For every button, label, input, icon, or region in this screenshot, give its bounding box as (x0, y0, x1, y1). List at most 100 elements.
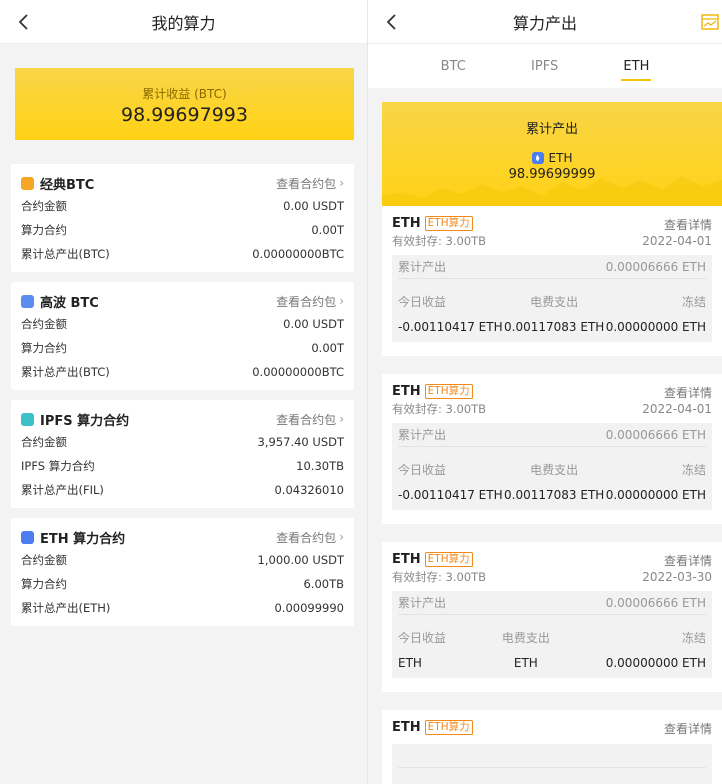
total-earnings-label: 累计收益 (BTC) (142, 86, 227, 101)
record-header: ETH ETH算力 有效封存: 3.00TB 查看详情 2022-03-30 (392, 552, 712, 585)
record-coin: ETH (392, 216, 421, 231)
contract-row-value: 0.00T (311, 341, 344, 355)
view-details-link[interactable]: 查看详情 (642, 216, 712, 233)
record-detail-box: 累计产出 0.00006666 ETH 今日收益 ETH 电费支出 ETH 冻结 0.0000… (392, 591, 712, 678)
record-stat-label: 今日收益 (398, 295, 447, 309)
cumulative-output-label: 累计产出 (525, 122, 578, 137)
cumulative-output-value: 98.99699999 (508, 167, 596, 182)
contract-row-value: 0.00 USDT (283, 199, 344, 213)
contract-row-label: 累计总产出(BTC) (21, 247, 110, 261)
contract-title: IPFS 算力合约 (21, 410, 129, 429)
record-storage: 有效封存: 3.00TB (392, 234, 487, 248)
record-stats: 今日收益 -0.00110417 ETH 电费支出 0.00117083 ETH 冻结 0… (398, 461, 706, 502)
contract-card: 高波 BTC 查看合约包 › 合约金额 0.00 USDT 算力合约 0.00T 累计总产出(… (11, 282, 354, 390)
record-coin: ETH (392, 720, 421, 735)
view-details-link[interactable]: 查看详情 (664, 720, 712, 737)
contract-row: 累计总产出(BTC) 0.00000000BTC (21, 360, 344, 384)
record-coin: ETH (392, 384, 421, 399)
tab-btc[interactable]: BTC (441, 44, 466, 88)
view-details-link[interactable]: 查看详情 (642, 384, 712, 401)
cumulative-output-row: 累计产出 0.00006666 ETH (398, 423, 706, 447)
view-contract-package-link[interactable]: 查看合约包 › (276, 175, 344, 192)
record-stat: 冻结 0.00000000 ETH (606, 629, 706, 670)
chart-icon[interactable] (700, 12, 720, 32)
record-date: 2022-03-30 (642, 570, 712, 584)
record-storage: 有效封存: 3.00TB (392, 402, 487, 416)
view-contract-package-text: 查看合约包 (276, 176, 337, 191)
record-stat: 电费支出 ETH (502, 629, 550, 670)
page-title: 算力产出 (512, 13, 577, 33)
left-navbar: 我的算力 (0, 0, 367, 44)
record-stat-label: 电费支出 (530, 295, 579, 309)
contract-row-label: 合约金额 (21, 553, 67, 567)
record-date: 2022-04-01 (642, 402, 712, 416)
record-header: ETH ETH算力有效封存: 3.00TB 查看详情 2022-04-01 (392, 216, 712, 249)
view-contract-package-link[interactable]: 查看合约包 › (276, 293, 344, 310)
record-left: ETH ETH算力 (392, 720, 473, 737)
record-stat: 今日收益 ETH (398, 629, 446, 670)
record-stat-label: 电费支出 (530, 463, 579, 477)
contract-row: 算力合约 0.00T (21, 336, 344, 360)
hashrate-tag: ETH算力 (424, 216, 473, 231)
record-stat-value: -0.00110417 ETH (398, 488, 503, 502)
contract-row-value: 0.00099990 (274, 601, 344, 615)
summary-coin-label: ETH (548, 151, 573, 165)
contract-header: ETH 算力合约 查看合约包 › (21, 526, 344, 548)
chevron-right-icon: › (339, 530, 344, 544)
record-stat-value: 0.00000000 ETH (605, 488, 706, 502)
record-stat: 冻结 0.00000000 ETH (606, 293, 706, 334)
record-name: ETH ETH算力 (392, 384, 486, 399)
contract-row: 合约金额 1,000.00 USDT (21, 548, 344, 572)
contract-row-label: IPFS 算力合约 (21, 459, 95, 473)
view-contract-package-link[interactable]: 查看合约包 › (276, 411, 344, 428)
contract-row: 合约金额 3,957.40 USDT (21, 430, 344, 454)
contract-row: 合约金额 0.00 USDT (21, 194, 344, 218)
record-name: ETH ETH算力 (392, 720, 473, 735)
contract-row-value: 0.00000000BTC (252, 247, 344, 261)
contract-row-value: 0.00 USDT (283, 317, 344, 331)
record-left: ETH ETH算力 有效封存: 3.00TB (392, 384, 486, 417)
record-stat-value: 0.00117083 ETH (504, 320, 605, 334)
contract-row-label: 累计总产出(ETH) (21, 601, 111, 615)
record-detail-box: 累计产出 0.00006666 ETH 今日收益 -0.00110417 ETH 电费支… (392, 255, 712, 342)
summary-coin: ETH (531, 151, 573, 165)
record-stat-value: 0.00000000 ETH (605, 656, 706, 670)
view-details-link[interactable]: 查看详情 (642, 552, 712, 569)
back-arrow-icon[interactable] (382, 12, 402, 32)
record-right: 查看详情 2022-04-01 (642, 216, 712, 248)
tab-eth[interactable]: ETH (621, 44, 652, 88)
record-stat-label: 电费支出 (501, 631, 550, 645)
view-contract-package-text: 查看合约包 (276, 530, 337, 545)
record-stat-value: -0.00110417 ETH (398, 320, 503, 334)
page-title: 我的算力 (151, 13, 216, 33)
hashrate-tag: ETH算力 (424, 720, 473, 735)
record-left: ETH ETH算力 有效封存: 3.00TB (392, 552, 486, 585)
chevron-right-icon: › (339, 294, 344, 308)
tab-ipfs[interactable]: IPFS (531, 44, 558, 88)
output-record: ETH ETH算力 查看详情 (382, 710, 722, 784)
contract-card: ETH 算力合约 查看合约包 › 合约金额 1,000.00 USDT 算力合约 6.00T… (11, 518, 354, 626)
cumulative-output-row (398, 744, 706, 768)
contract-title: ETH 算力合约 (21, 528, 125, 547)
cumulative-output-row: 累计产出 0.00006666 ETH (398, 591, 706, 615)
total-earnings-value: 98.99697993 (121, 103, 248, 126)
view-contract-package-link[interactable]: 查看合约包 › (276, 529, 344, 546)
btc-icon (21, 294, 34, 308)
output-record: ETH ETH算力 有效封存: 3.00TB 查看详情 2022-03-30 累计产出 0.… (382, 542, 722, 692)
view-contract-package-text: 查看合约包 (276, 412, 337, 427)
contract-row-label: 合约金额 (21, 317, 67, 331)
contract-row-value: 3,957.40 USDT (257, 435, 344, 449)
contract-row-value: 0.00000000BTC (252, 365, 344, 379)
record-right: 查看详情 2022-04-01 (642, 384, 712, 416)
record-left: ETH ETH算力有效封存: 3.00TB (392, 216, 486, 249)
contract-row-label: 累计总产出(FIL) (21, 483, 104, 497)
hashrate-tag: ETH算力 (424, 384, 473, 399)
cumulative-output-row: 累计产出 0.00006666 ETH (398, 255, 706, 279)
record-stat: 电费支出 0.00117083 ETH (504, 461, 604, 502)
output-record: ETH ETH算力 有效封存: 3.00TB 查看详情 2022-04-01 累计产出 0.… (382, 374, 722, 524)
eth-icon (531, 152, 544, 164)
contract-row-value: 6.00TB (303, 577, 344, 591)
record-coin: ETH (392, 552, 421, 567)
back-arrow-icon[interactable] (14, 12, 34, 32)
record-stat: 电费支出 0.00117083 ETH (504, 293, 604, 334)
